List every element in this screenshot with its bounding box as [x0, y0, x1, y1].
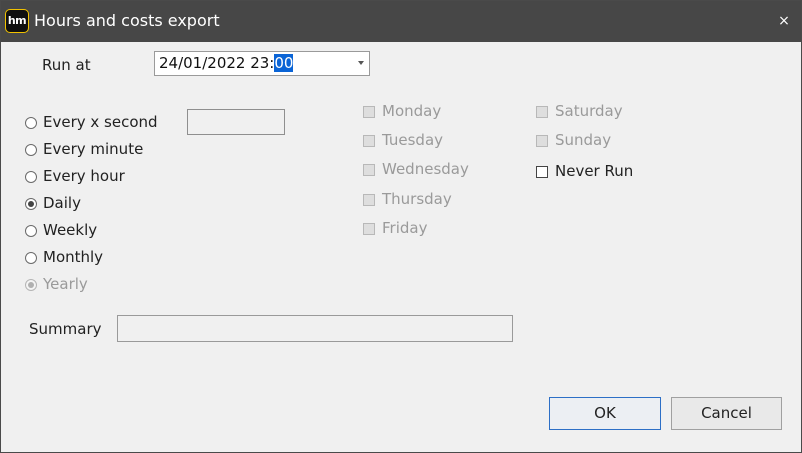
title-bar[interactable]: hm Hours and costs export × [1, 1, 801, 42]
radio-label: Weekly [43, 221, 98, 239]
cancel-button[interactable]: Cancel [671, 397, 782, 430]
checkbox-icon [363, 135, 375, 147]
dropdown-arrow-icon[interactable] [358, 61, 364, 65]
run-at-selected-minutes: 00 [274, 54, 294, 72]
checkbox-icon [536, 135, 548, 147]
checkbox-label: Wednesday [382, 160, 469, 178]
checkbox-label: Monday [382, 102, 442, 120]
window-title: Hours and costs export [34, 11, 220, 30]
checkbox-icon [363, 223, 375, 235]
radio-circle-icon[interactable] [25, 252, 37, 264]
checkbox-label: Sunday [555, 131, 612, 149]
checkbox-label: Friday [382, 219, 428, 237]
seconds-input[interactable] [187, 109, 285, 135]
run-at-date-part: 24/01/2022 23: [159, 54, 275, 72]
app-logo-icon: hm [5, 9, 29, 33]
radio-label: Every hour [43, 167, 125, 185]
summary-field[interactable] [117, 315, 513, 342]
checkbox-label: Saturday [555, 102, 623, 120]
export-dialog: hm Hours and costs export × Run at 24/01… [0, 0, 802, 453]
run-at-datetime-picker[interactable]: 24/01/2022 23:00 [154, 51, 370, 76]
radio-circle-icon[interactable] [25, 117, 37, 129]
checkbox-icon [363, 164, 375, 176]
close-button[interactable]: × [771, 9, 797, 33]
radio-label: Every minute [43, 140, 144, 158]
radio-label: Every x second [43, 113, 158, 131]
radio-circle-icon [25, 279, 37, 291]
radio-label: Yearly [43, 275, 88, 293]
radio-circle-icon[interactable] [25, 171, 37, 183]
radio-circle-icon[interactable] [25, 144, 37, 156]
radio-circle-icon[interactable] [25, 198, 37, 210]
checkbox-label: Never Run [555, 162, 634, 180]
radio-circle-icon[interactable] [25, 225, 37, 237]
radio-label: Monthly [43, 248, 104, 266]
checkbox-icon[interactable] [536, 166, 548, 178]
summary-label: Summary [29, 320, 102, 338]
checkbox-icon [363, 194, 375, 206]
checkbox-icon [363, 106, 375, 118]
run-at-value: 24/01/2022 23:00 [159, 54, 294, 72]
run-at-label: Run at [42, 56, 91, 74]
radio-label: Daily [43, 194, 81, 212]
checkbox-label: Thursday [382, 190, 452, 208]
checkbox-icon [536, 106, 548, 118]
ok-button[interactable]: OK [549, 397, 661, 430]
checkbox-label: Tuesday [382, 131, 444, 149]
